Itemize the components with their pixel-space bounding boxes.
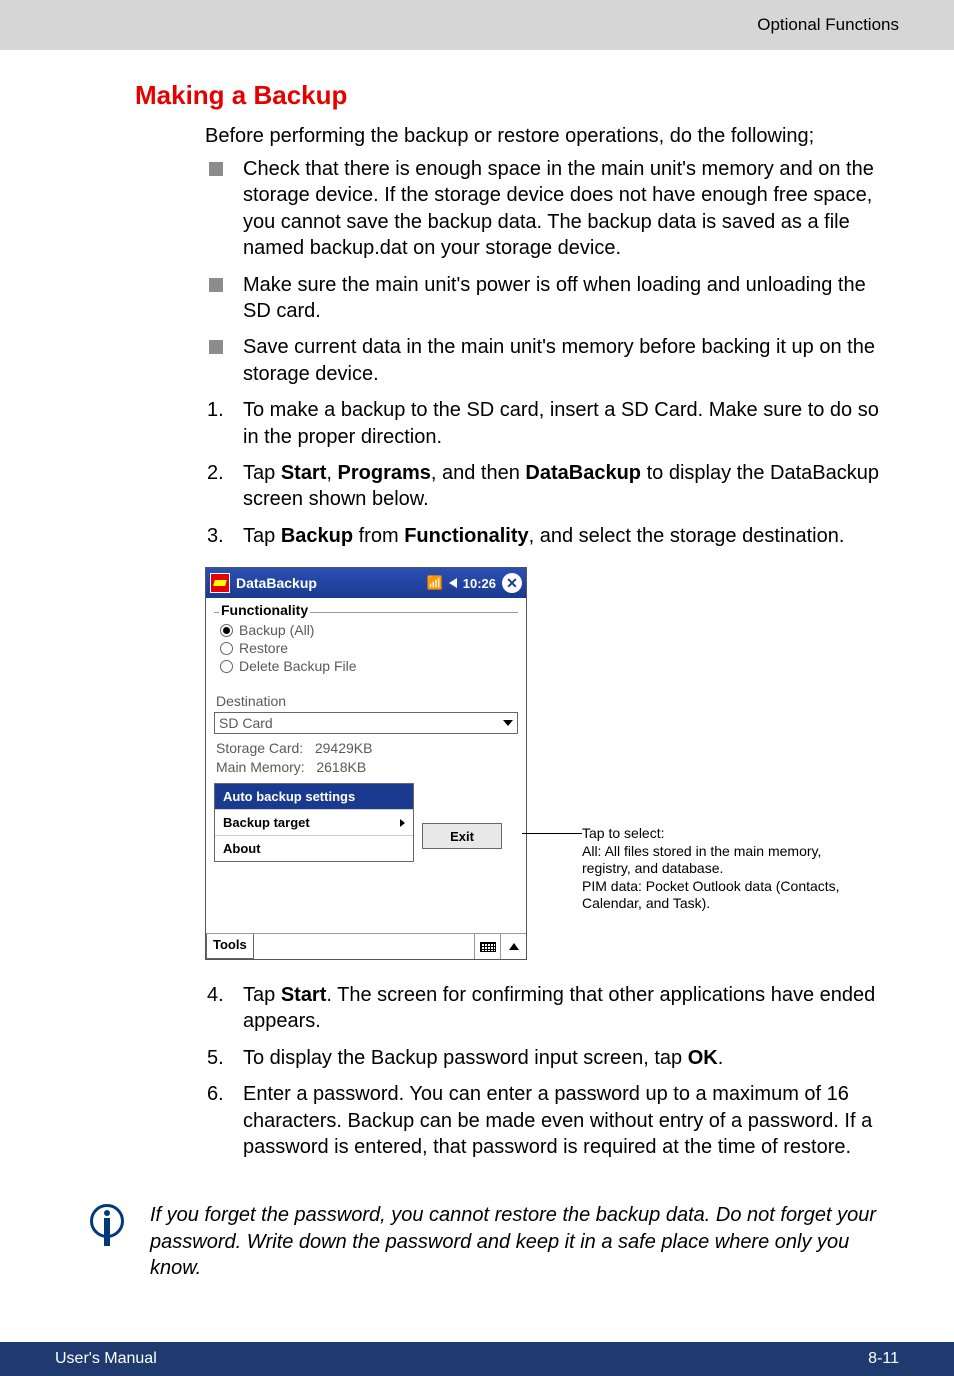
bold-text: Programs — [338, 462, 431, 484]
bold-text: OK — [688, 1047, 718, 1069]
radio-label: Restore — [239, 640, 288, 656]
tools-menu: Auto backup settings Backup target About — [214, 783, 414, 862]
note-text: If you forget the password, you cannot r… — [150, 1202, 899, 1281]
intro-text: Before performing the backup or restore … — [205, 125, 899, 148]
radio-label: Backup (All) — [239, 622, 314, 638]
radio-restore[interactable]: Restore — [214, 639, 518, 657]
up-arrow-icon[interactable] — [500, 934, 526, 959]
callout-line-1: Tap to select: — [582, 825, 842, 843]
tools-button[interactable]: Tools — [206, 934, 254, 959]
list-item: To display the Backup password input scr… — [205, 1045, 899, 1071]
text: from — [353, 525, 404, 547]
info-icon — [90, 1204, 132, 1238]
callout-line-3: PIM data: Pocket Outlook data (Contacts,… — [582, 878, 842, 913]
text: , and select the storage destination. — [529, 525, 845, 547]
clock: 10:26 — [463, 576, 496, 591]
radio-icon — [220, 642, 233, 655]
bold-text: Start — [281, 984, 327, 1006]
steps-list-a: To make a backup to the SD card, insert … — [205, 397, 899, 549]
radio-icon — [220, 624, 233, 637]
functionality-group: Functionality Backup (All) Restore Delet… — [214, 612, 518, 675]
callout-line-2: All: All files stored in the main memory… — [582, 843, 842, 878]
radio-delete[interactable]: Delete Backup File — [214, 657, 518, 675]
menu-label: Backup target — [223, 815, 310, 830]
chevron-right-icon — [400, 819, 405, 827]
text: Tap — [243, 984, 281, 1006]
screenshot-row: DataBackup 📶 10:26 ✕ Functionality Backu… — [205, 567, 899, 960]
radio-backup-all[interactable]: Backup (All) — [214, 621, 518, 639]
page-content: Making a Backup Before performing the ba… — [0, 50, 954, 1190]
list-item: To make a backup to the SD card, insert … — [205, 397, 899, 450]
bold-text: DataBackup — [525, 462, 641, 484]
page-header: Optional Functions — [0, 0, 954, 50]
page-footer: User's Manual 8-11 — [0, 1342, 954, 1376]
list-item: Enter a password. You can enter a passwo… — [205, 1081, 899, 1160]
radio-label: Delete Backup File — [239, 658, 357, 674]
exit-button[interactable]: Exit — [422, 823, 502, 849]
destination-label: Destination — [216, 693, 518, 709]
callout-leader-line — [522, 833, 582, 834]
label: Storage Card: — [216, 740, 303, 756]
value: 2618KB — [316, 759, 366, 775]
menu-auto-backup[interactable]: Auto backup settings — [215, 784, 413, 810]
steps-list-b: Tap Start. The screen for confirming tha… — [205, 982, 899, 1160]
chevron-down-icon — [503, 720, 513, 726]
menu-about[interactable]: About — [215, 836, 413, 861]
list-item: Tap Start, Programs, and then DataBackup… — [205, 460, 899, 513]
text: Tap — [243, 525, 281, 547]
note-block: If you forget the password, you cannot r… — [90, 1202, 899, 1281]
list-item: Tap Backup from Functionality, and selec… — [205, 523, 899, 549]
select-value: SD Card — [219, 715, 273, 731]
destination-select[interactable]: SD Card — [214, 712, 518, 734]
text: Tap — [243, 462, 281, 484]
text: . The screen for confirming that other a… — [243, 984, 875, 1032]
storage-card-info: Storage Card: 29429KB — [216, 740, 518, 756]
list-item: Make sure the main unit's power is off w… — [205, 272, 899, 325]
main-memory-info: Main Memory: 2618KB — [216, 759, 518, 775]
footer-right: 8-11 — [868, 1350, 899, 1368]
list-item: Tap Start. The screen for confirming tha… — [205, 982, 899, 1035]
value: 29429KB — [315, 740, 373, 756]
close-icon[interactable]: ✕ — [502, 573, 522, 593]
breadcrumb: Optional Functions — [757, 15, 899, 35]
group-legend: Functionality — [219, 602, 310, 618]
callout-text: Tap to select: All: All files stored in … — [582, 825, 842, 913]
bold-text: Functionality — [404, 525, 528, 547]
signal-icon: 📶 — [427, 575, 443, 591]
radio-icon — [220, 660, 233, 673]
label: Main Memory: — [216, 759, 305, 775]
status-area[interactable]: 📶 10:26 — [427, 575, 496, 591]
soft-key-bar: Tools — [206, 933, 526, 959]
text: , and then — [431, 462, 526, 484]
text: To display the Backup password input scr… — [243, 1047, 688, 1069]
precondition-list: Check that there is enough space in the … — [205, 156, 899, 387]
menu-backup-target[interactable]: Backup target — [215, 810, 413, 836]
keyboard-icon[interactable] — [474, 934, 500, 959]
text: , — [326, 462, 337, 484]
bold-text: Backup — [281, 525, 353, 547]
list-item: Check that there is enough space in the … — [205, 156, 899, 262]
device-screenshot: DataBackup 📶 10:26 ✕ Functionality Backu… — [205, 567, 527, 960]
app-title: DataBackup — [236, 575, 427, 591]
bold-text: Start — [281, 462, 327, 484]
text: . — [718, 1047, 724, 1069]
list-item: Save current data in the main unit's mem… — [205, 334, 899, 387]
app-icon — [210, 573, 230, 593]
speaker-icon — [449, 578, 457, 588]
titlebar: DataBackup 📶 10:26 ✕ — [206, 568, 526, 598]
footer-left: User's Manual — [55, 1350, 157, 1368]
screen-body: Functionality Backup (All) Restore Delet… — [206, 598, 526, 933]
section-title: Making a Backup — [135, 80, 899, 111]
